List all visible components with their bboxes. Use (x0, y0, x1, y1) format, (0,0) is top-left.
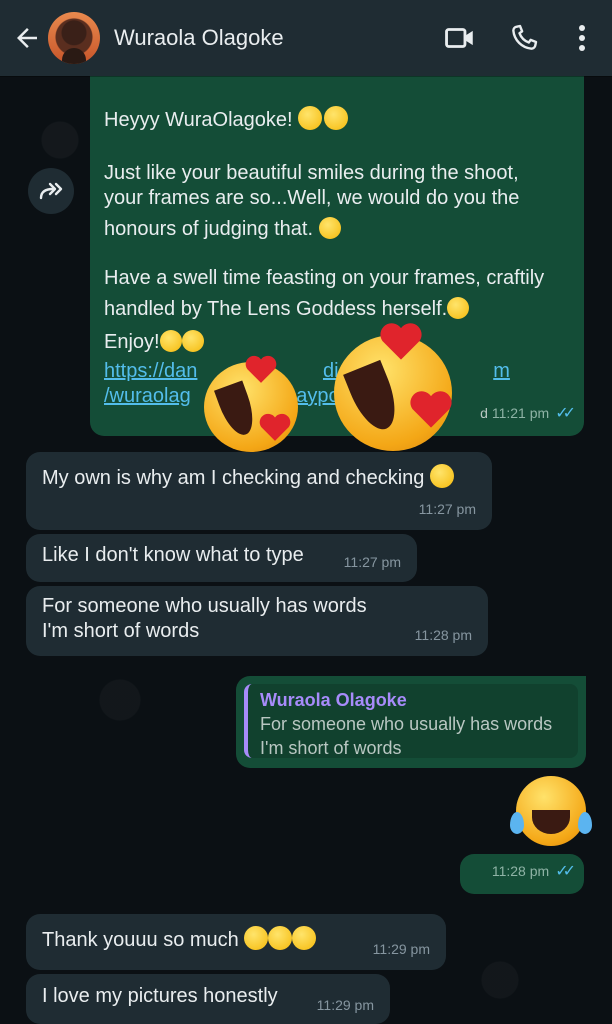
message-line: Just like your beautiful smiles during t… (104, 162, 519, 184)
quoted-message[interactable]: Wuraola Olagoke For someone who usually … (244, 684, 578, 758)
party-face-emoji-icon (324, 106, 349, 130)
message-timestamp: 11:28 pm ✓✓ (491, 863, 576, 880)
message-text: My own is why am I checking and checking (42, 467, 425, 489)
message-line: honours of judging that. (104, 217, 570, 242)
tears-of-joy-emoji-icon (510, 776, 592, 846)
message-bubble[interactable]: Like I don't know what to type 11:27 pm (26, 534, 417, 582)
grin-emoji-icon (159, 330, 182, 352)
link-part[interactable]: m (493, 360, 510, 382)
quoted-text: I'm short of words (260, 738, 402, 758)
heart-eyes-emoji-sticker-icon (334, 323, 452, 451)
quoted-sender: Wuraola Olagoke (260, 690, 407, 710)
more-options-icon[interactable] (570, 18, 594, 58)
message-text: Like I don't know what to type (42, 544, 304, 566)
smirk-emoji-icon (318, 217, 341, 239)
message-bubble[interactable]: For someone who usually has words I'm sh… (26, 586, 488, 656)
message-line: Enjoy! (104, 330, 570, 355)
message-timestamp: 11:27 pm (343, 554, 401, 570)
read-ticks-icon: ✓✓ (555, 405, 576, 422)
message-bubble[interactable]: Thank youuu so much 11:29 pm (26, 914, 446, 970)
message-bubble[interactable]: I love my pictures honestly 11:29 pm (26, 974, 390, 1024)
hug-emoji-icon (181, 330, 204, 352)
contact-avatar[interactable] (48, 12, 100, 64)
contact-name[interactable]: Wuraola Olagoke (114, 25, 440, 51)
relieved-emoji-icon (447, 297, 470, 319)
reply-bubble[interactable]: Wuraola Olagoke For someone who usually … (236, 676, 586, 768)
message-line: handled by The Lens Goddess herself. (104, 297, 570, 322)
link-part[interactable]: /wuraolag (104, 385, 191, 407)
message-text: I love my pictures honestly (42, 985, 278, 1007)
message-line: Heyyy WuraOlagoke! (104, 106, 570, 133)
message-line: Have a swell time feasting on your frame… (104, 267, 545, 289)
message-bubble[interactable]: My own is why am I checking and checking… (26, 452, 492, 530)
message-text: I'm short of words (42, 620, 200, 642)
chat-header: Wuraola Olagoke (0, 0, 612, 76)
message-bubble[interactable]: 11:28 pm ✓✓ (460, 854, 584, 894)
read-ticks-icon: ✓✓ (555, 863, 576, 880)
link-part[interactable]: https://dan (104, 360, 197, 382)
quoted-text: For someone who usually has words (260, 714, 553, 734)
message-text: For someone who usually has words (42, 595, 367, 617)
message-timestamp: 11:29 pm (372, 941, 430, 957)
message-timestamp: 11:28 pm (414, 627, 472, 643)
crying-emoji-icon (268, 926, 293, 950)
video-call-icon[interactable] (440, 18, 480, 58)
message-timestamp: 11:29 pm (316, 997, 374, 1013)
forward-icon[interactable] (28, 168, 74, 214)
message-line: your frames are so...Well, we would do y… (104, 187, 520, 209)
crying-emoji-icon (429, 464, 454, 488)
message-text: Thank youuu so much (42, 929, 239, 951)
heart-eyes-emoji-icon (298, 106, 323, 130)
voice-call-icon[interactable] (504, 18, 544, 58)
back-arrow-icon[interactable] (8, 19, 46, 57)
heart-eyes-emoji-sticker-icon (204, 355, 298, 452)
message-timestamp: d 11:21 pm ✓✓ (480, 405, 576, 422)
crying-emoji-icon (244, 926, 269, 950)
crying-emoji-icon (292, 926, 317, 950)
message-timestamp: 11:27 pm (418, 501, 476, 517)
